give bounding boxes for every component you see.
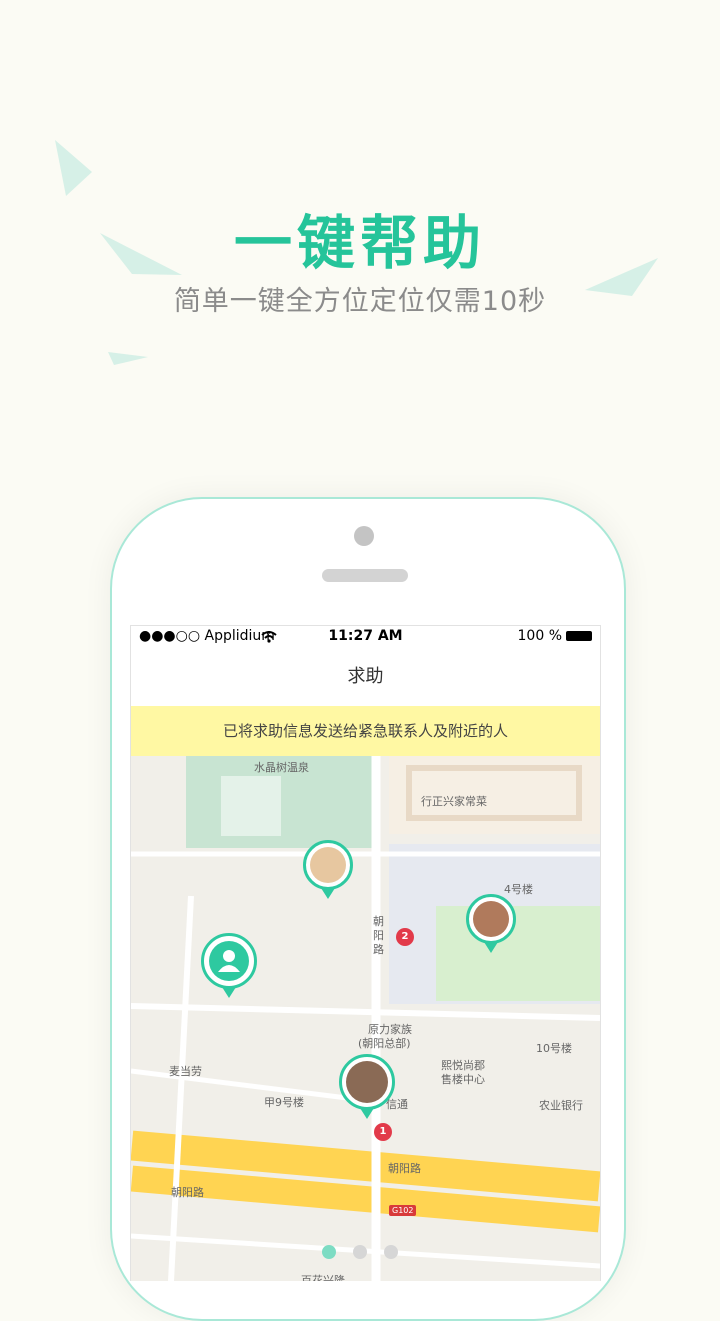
map-base: [131, 756, 600, 1281]
contact-avatar-pin[interactable]: [466, 894, 516, 953]
avatar: [473, 901, 509, 937]
contact-avatar-pin[interactable]: [303, 840, 353, 899]
nav-bar: 求助: [131, 648, 600, 706]
battery-indicator: 100 %: [518, 628, 592, 644]
phone-screen: ●●●○○ Applidium 11:27 AM 100 % 求助 已将求助信息…: [130, 625, 601, 1281]
map-label: 农业银行: [539, 1099, 583, 1112]
map-label: 朝阳路: [171, 1186, 204, 1199]
map-label: 4号楼: [504, 883, 533, 896]
map-label: 10号楼: [536, 1042, 572, 1055]
my-location-pin[interactable]: [201, 933, 257, 998]
map-label: 行正兴家常菜: [421, 795, 487, 808]
map-label: (朝阳总部): [358, 1037, 411, 1050]
phone-camera: [354, 526, 374, 546]
map-view[interactable]: 水晶树温泉 行正兴家常菜 4号楼 朝 阳 路 原力家族 (朝阳总部) 10号楼 …: [131, 756, 600, 1281]
headline: 一键帮助: [233, 209, 486, 277]
page-dot[interactable]: [353, 1245, 367, 1259]
map-label: 麦当劳: [169, 1065, 202, 1078]
contact-avatar-pin[interactable]: [339, 1054, 395, 1119]
page-dot[interactable]: [384, 1245, 399, 1259]
avatar: [310, 847, 346, 883]
battery-percent: 100 %: [517, 628, 562, 644]
map-label: 售楼中心: [441, 1073, 485, 1086]
battery-icon: [566, 631, 592, 641]
notice-banner: 已将求助信息发送给紧急联系人及附近的人: [131, 706, 600, 756]
map-label: 朝阳路: [388, 1162, 421, 1175]
user-icon: [209, 941, 249, 981]
road-shield: G102: [389, 1205, 417, 1216]
page-indicator: [0, 1244, 720, 1263]
map-label: 路: [373, 943, 384, 956]
subline: 简单一键全方位定位仅需10秒: [173, 286, 547, 317]
map-marker-count[interactable]: 1: [374, 1123, 392, 1141]
page-dot[interactable]: [321, 1245, 336, 1259]
status-bar: ●●●○○ Applidium 11:27 AM 100 %: [131, 626, 600, 648]
map-label: 水晶树温泉: [254, 761, 309, 774]
map-marker-count[interactable]: 2: [396, 928, 414, 946]
nav-title: 求助: [347, 666, 384, 687]
map-label: 甲9号楼: [264, 1096, 304, 1109]
avatar: [346, 1061, 388, 1103]
phone-speaker: [322, 569, 408, 582]
